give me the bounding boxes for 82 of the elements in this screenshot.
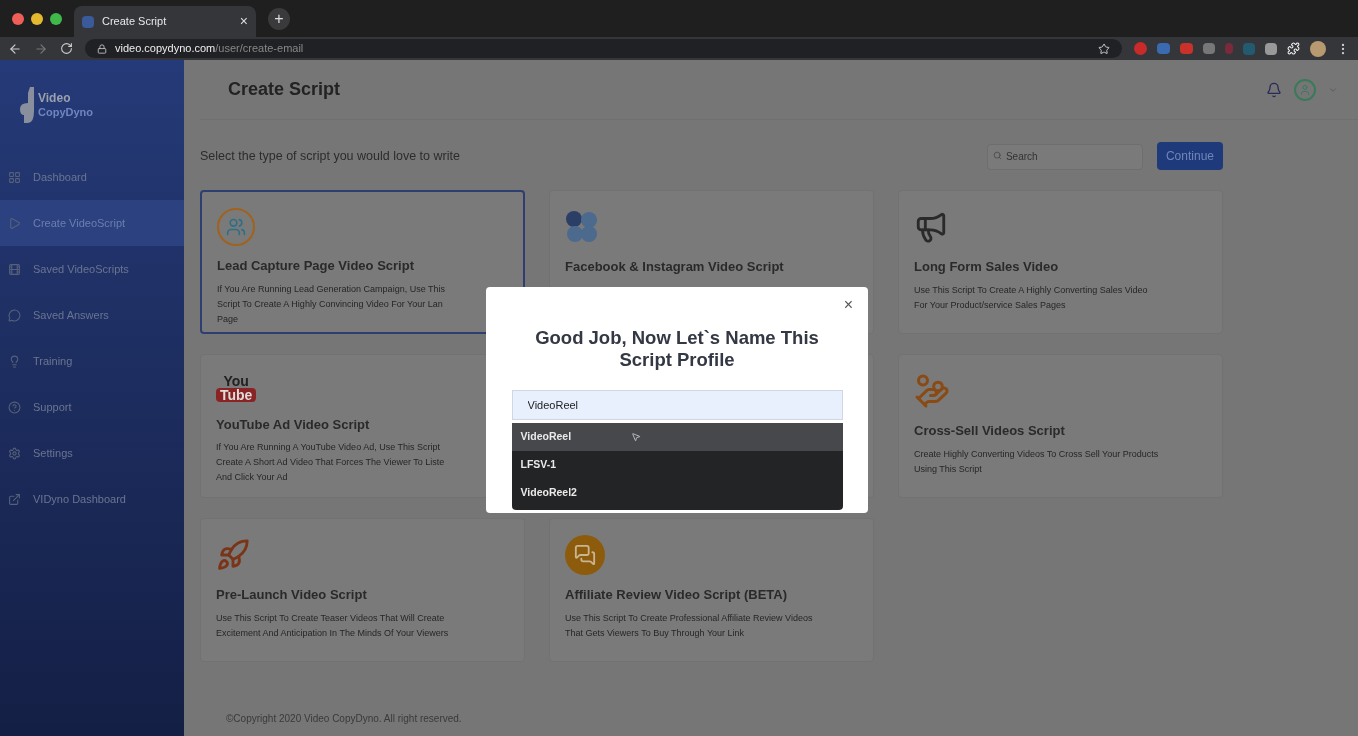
tab-close-button[interactable]: × <box>239 11 248 32</box>
card-description: Create Highly Converting Videos To Cross Sell Your Products <box>914 447 1159 461</box>
close-window-icon[interactable] <box>12 12 24 25</box>
card-title: Facebook & Instagram Video Script <box>565 258 785 276</box>
logo-text: CopyDyno <box>38 105 93 119</box>
card-title: Pre-Launch Video Script <box>216 586 368 604</box>
continue-button[interactable]: Continue <box>1156 142 1223 170</box>
money-hand-icon <box>914 373 950 409</box>
lock-icon <box>97 43 107 54</box>
sidebar-item[interactable]: Settings <box>0 430 184 476</box>
card-description: That Gets Viewers To Buy Through Your Link <box>565 626 745 640</box>
sidebar-item[interactable]: VIDyno Dashboard <box>0 476 184 522</box>
new-tab-button[interactable]: + <box>268 7 290 30</box>
llama-logo-icon <box>20 87 34 123</box>
sidebar-item[interactable]: Dashboard <box>0 154 184 200</box>
help-icon <box>8 400 21 414</box>
card-description: And Click Your Ad <box>216 471 288 484</box>
script-card[interactable]: Long Form Sales Video Use This Script To Create A Highly Converting Sales Video For Your Product/service Sales Pages <box>898 190 1223 334</box>
search-icon <box>992 151 1002 160</box>
card-title: Lead Capture Page Video Script <box>217 257 415 275</box>
reload-icon[interactable] <box>60 42 73 55</box>
sidebar-item[interactable]: Support <box>0 384 184 430</box>
card-title: Cross-Sell Videos Script <box>914 422 1066 440</box>
logo-text: Video <box>38 91 72 105</box>
script-card[interactable]: Pre-Launch Video Script Use This Script To Create Teaser Videos That Will Create Excitement And Anticipation In The Minds Of Your Viewers <box>200 518 525 662</box>
settings-icon <box>8 446 21 460</box>
browser-tab[interactable]: Create Script × <box>74 6 256 37</box>
autocomplete-option[interactable]: VideoReel <box>511 423 843 451</box>
extensions-icon[interactable] <box>1287 42 1300 55</box>
card-description: Page <box>217 312 239 326</box>
mouse-pointer-icon <box>631 432 642 442</box>
sidebar-item[interactable]: Saved VideoScripts <box>0 246 184 292</box>
card-description: Excitement And Anticipation In The Minds Of Your Viewers <box>216 626 449 640</box>
forward-icon[interactable] <box>34 41 48 56</box>
film-icon <box>8 262 21 276</box>
sidebar-item[interactable]: Saved Answers <box>0 292 184 338</box>
card-description: Create A Short Ad Video That Forces The Viewer To Liste <box>216 456 445 469</box>
card-description: For Your Product/service Sales Pages <box>914 298 1066 312</box>
external-link-icon <box>8 492 21 506</box>
card-title: Long Form Sales Video <box>914 258 1060 276</box>
extension-icon[interactable] <box>1203 43 1215 54</box>
rocket-icon <box>216 538 250 572</box>
card-description: If You Are Running Lead Generation Campaign, Use This <box>217 282 445 296</box>
play-icon <box>8 216 21 230</box>
maximize-window-icon[interactable] <box>50 12 62 25</box>
back-icon[interactable] <box>8 41 22 56</box>
search-field[interactable]: Search <box>986 143 1143 170</box>
extension-icon[interactable] <box>1265 42 1277 55</box>
card-title: Affiliate Review Video Script (BETA) <box>565 586 788 604</box>
sidebar-item[interactable]: Create VideoScript <box>0 200 184 246</box>
extension-icon[interactable] <box>1134 42 1147 55</box>
card-description: Use This Script To Create A Highly Converting Sales Video <box>914 283 1148 297</box>
extension-icon[interactable] <box>1180 43 1193 54</box>
megaphone-icon <box>914 210 948 244</box>
card-description: Use This Script To Create Teaser Videos That Will Create <box>216 611 445 625</box>
sidebar-item[interactable]: Training <box>0 338 184 384</box>
card-title: YouTube Ad Video Script <box>216 415 371 434</box>
prompt-text: Select the type of script you would love to write <box>200 147 460 165</box>
card-description: Use This Script To Create Professional Affiliate Review Videos <box>565 611 813 625</box>
favicon-icon <box>82 15 94 28</box>
youtube-logo: You Tube <box>216 373 257 402</box>
profile-avatar[interactable] <box>1310 40 1326 57</box>
dialog-close-button[interactable]: × <box>843 297 853 313</box>
chat-bubbles-icon <box>565 535 605 575</box>
script-card[interactable]: Lead Capture Page Video Script If You Are Running Lead Generation Campaign, Use This Script To Create A Highly Convincing Video For Your Lan Page <box>200 190 525 334</box>
chat-icon <box>8 308 21 322</box>
notification-bell-icon[interactable] <box>1266 81 1282 98</box>
card-description: Script To Create A Highly Convincing Video For Your Lan <box>217 297 443 311</box>
profile-name-field[interactable]: VideoReel <box>511 390 843 420</box>
page-title: Create Script <box>228 78 341 101</box>
team-icon <box>217 208 255 246</box>
dashboard-grid-icon <box>8 170 21 184</box>
script-card[interactable]: Affiliate Review Video Script (BETA) Use This Script To Create Professional Affiliate Review Videos That Gets Viewers To Buy Through Your Link <box>549 518 874 662</box>
card-description: If You Are Running A YouTube Video Ad, Use This Script <box>216 441 440 454</box>
card-description: Using This Script <box>914 462 982 476</box>
address-field[interactable]: video.copydyno.com/user/create-email <box>85 39 1122 58</box>
social-icons-icon <box>565 210 599 244</box>
lightbulb-icon <box>8 354 21 368</box>
minimize-window-icon[interactable] <box>31 12 43 25</box>
bookmark-star-icon[interactable] <box>1098 42 1110 55</box>
script-card[interactable]: Cross-Sell Videos Script Create Highly Converting Videos To Cross Sell Your Products Using This Script <box>898 354 1223 498</box>
extension-icon[interactable] <box>1157 43 1170 54</box>
